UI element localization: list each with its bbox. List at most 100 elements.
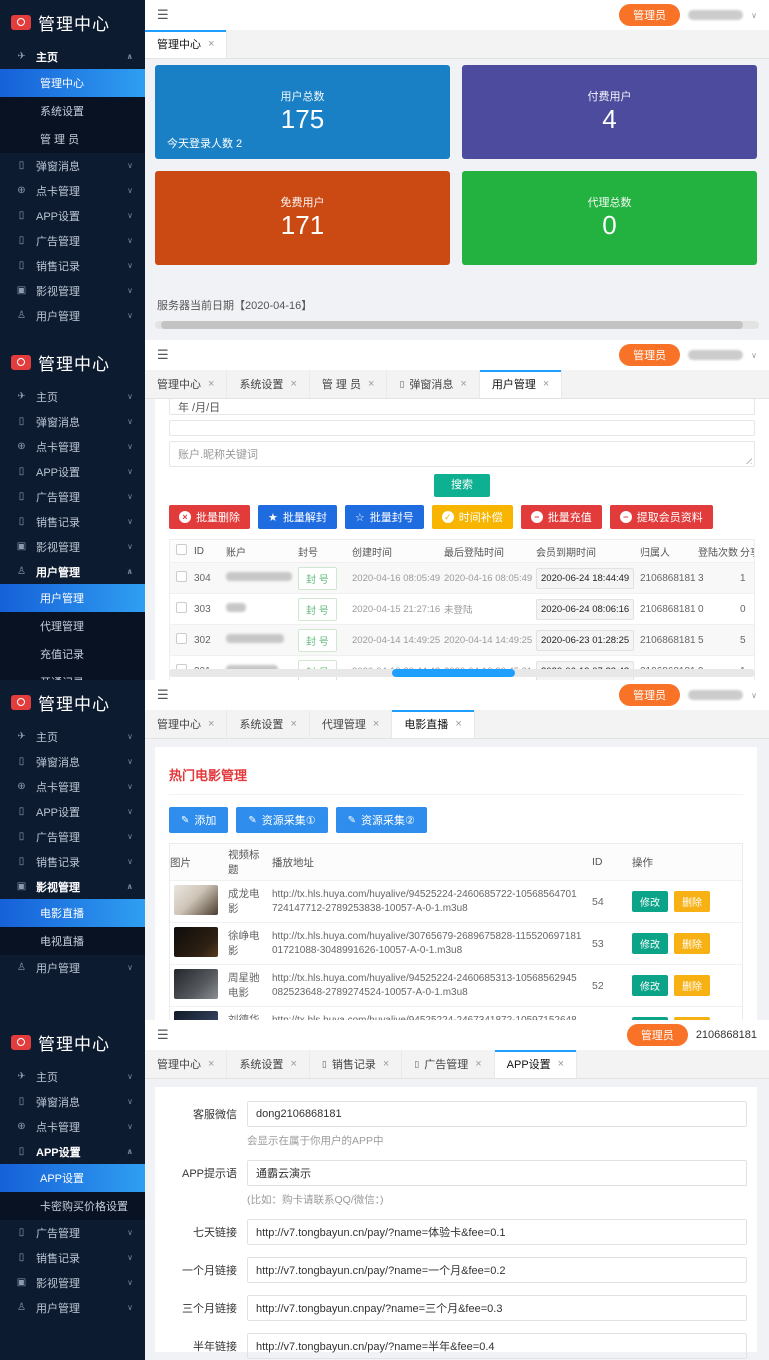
sidebar-item[interactable]: ▯ 广告管理 ∨: [0, 824, 145, 849]
select-all-checkbox[interactable]: [176, 544, 187, 555]
text-input[interactable]: 通霸云演示: [247, 1160, 747, 1186]
close-icon[interactable]: ×: [543, 378, 549, 390]
sidebar-item[interactable]: ✈ 主页 ∨: [0, 1064, 145, 1089]
tab[interactable]: ▯ 弹窗消息 ×: [387, 370, 479, 398]
sidebar-item[interactable]: ▣ 影视管理 ∧: [0, 874, 145, 899]
expire-date-box[interactable]: 2020-06-24 08:06:16: [536, 599, 634, 620]
close-icon[interactable]: ×: [475, 1058, 481, 1070]
bulk-action-button[interactable]: ☆ 批量封号: [345, 505, 424, 529]
text-input[interactable]: dong2106868181: [247, 1101, 747, 1127]
sidebar-item[interactable]: ▣ 影视管理 ∨: [0, 534, 145, 559]
sidebar-item[interactable]: ✈ 主页 ∨: [0, 724, 145, 749]
tab[interactable]: 系统设置 ×: [227, 710, 309, 738]
expire-date-box[interactable]: 2020-06-23 01:28:25: [536, 630, 634, 651]
tab[interactable]: ▯ 销售记录 ×: [310, 1050, 402, 1078]
close-icon[interactable]: ×: [290, 718, 296, 730]
delete-button[interactable]: 删除: [674, 975, 710, 996]
sidebar-item[interactable]: ▯ 弹窗消息 ∨: [0, 153, 145, 178]
date-input[interactable]: 年 /月/日: [169, 399, 755, 415]
edit-button[interactable]: 修改: [632, 891, 668, 912]
ban-button[interactable]: 封 号: [298, 567, 337, 590]
sidebar-item[interactable]: ⊕ 点卡管理 ∨: [0, 1114, 145, 1139]
text-input[interactable]: http://v7.tongbayun.cn/pay/?name=一个月&fee…: [247, 1257, 747, 1283]
tab[interactable]: 电影直播 ×: [392, 710, 474, 738]
sidebar-item[interactable]: ♙ 用户管理 ∨: [0, 955, 145, 980]
sidebar-item[interactable]: ▯ APP设置 ∨: [0, 799, 145, 824]
close-icon[interactable]: ×: [290, 1058, 296, 1070]
sidebar-item[interactable]: 开通记录: [0, 668, 145, 680]
row-checkbox[interactable]: [176, 571, 187, 582]
close-icon[interactable]: ×: [383, 1058, 389, 1070]
text-input[interactable]: http://v7.tongbayun.cn/pay/?name=体验卡&fee…: [247, 1219, 747, 1245]
sidebar-item[interactable]: ⊕ 点卡管理 ∨: [0, 178, 145, 203]
sidebar-item[interactable]: ▯ 销售记录 ∨: [0, 849, 145, 874]
tab[interactable]: 管理中心 ×: [145, 370, 227, 398]
close-icon[interactable]: ×: [460, 378, 466, 390]
scrollbar-thumb[interactable]: [392, 669, 515, 677]
admin-badge[interactable]: 管理员: [619, 684, 680, 706]
sidebar-item[interactable]: 代理管理: [0, 612, 145, 640]
sidebar-item[interactable]: ▯ APP设置 ∨: [0, 459, 145, 484]
sidebar-item[interactable]: ▣ 影视管理 ∨: [0, 278, 145, 303]
edit-button[interactable]: 修改: [632, 933, 668, 954]
text-input[interactable]: http://v7.tongbayun.cn/pay/?name=半年&fee=…: [247, 1333, 747, 1359]
sidebar-item[interactable]: ▯ 广告管理 ∨: [0, 1220, 145, 1245]
search-button[interactable]: 搜索: [434, 474, 490, 497]
close-icon[interactable]: ×: [290, 378, 296, 390]
tab[interactable]: 系统设置 ×: [227, 370, 309, 398]
sidebar-item[interactable]: ▯ 销售记录 ∨: [0, 253, 145, 278]
sidebar-item[interactable]: ⊕ 点卡管理 ∨: [0, 434, 145, 459]
sidebar-item[interactable]: 电视直播: [0, 927, 145, 955]
sidebar-item[interactable]: ▯ 销售记录 ∨: [0, 509, 145, 534]
bulk-action-button[interactable]: − 批量充值: [521, 505, 602, 529]
sidebar-item[interactable]: 卡密购买价格设置: [0, 1192, 145, 1220]
text-input[interactable]: http://v7.tongbayun.cnpay/?name=三个月&fee=…: [247, 1295, 747, 1321]
close-icon[interactable]: ×: [373, 718, 379, 730]
close-icon[interactable]: ×: [208, 1058, 214, 1070]
tab[interactable]: 代理管理 ×: [310, 710, 392, 738]
close-icon[interactable]: ×: [558, 1058, 564, 1070]
ban-button[interactable]: 封 号: [298, 629, 337, 652]
tab[interactable]: 管理中心 ×: [145, 1050, 227, 1078]
sidebar-item[interactable]: ▯ 弹窗消息 ∨: [0, 409, 145, 434]
sidebar-item[interactable]: ▯ 弹窗消息 ∨: [0, 749, 145, 774]
sidebar-item[interactable]: 用户管理: [0, 584, 145, 612]
close-icon[interactable]: ×: [455, 718, 461, 730]
menu-toggle-icon[interactable]: ☰: [157, 1027, 169, 1043]
sidebar-item[interactable]: ▯ 广告管理 ∨: [0, 228, 145, 253]
tab[interactable]: 管理中心 ×: [145, 30, 227, 58]
row-checkbox[interactable]: [176, 602, 187, 613]
tab[interactable]: 系统设置 ×: [227, 1050, 309, 1078]
sidebar-item[interactable]: ✈ 主页 ∨: [0, 384, 145, 409]
tab[interactable]: APP设置 ×: [495, 1050, 577, 1078]
bulk-action-button[interactable]: × 批量删除: [169, 505, 250, 529]
close-icon[interactable]: ×: [208, 38, 214, 50]
tab[interactable]: 管 理 员 ×: [310, 370, 388, 398]
sidebar-item[interactable]: ▣ 影视管理 ∨: [0, 1270, 145, 1295]
caret-down-icon[interactable]: ∨: [751, 351, 757, 360]
scrollbar-thumb[interactable]: [161, 321, 743, 329]
edit-button[interactable]: 修改: [632, 975, 668, 996]
sidebar-item[interactable]: 电影直播: [0, 899, 145, 927]
caret-down-icon[interactable]: ∨: [751, 691, 757, 700]
row-checkbox[interactable]: [176, 633, 187, 644]
menu-toggle-icon[interactable]: ☰: [157, 687, 169, 703]
sidebar-item[interactable]: ✈ 主页 ∧: [0, 44, 145, 69]
action-button[interactable]: ✎ 资源采集①: [236, 807, 327, 833]
sidebar-item[interactable]: ▯ 销售记录 ∨: [0, 1245, 145, 1270]
sidebar-item[interactable]: ⊕ 点卡管理 ∨: [0, 774, 145, 799]
keyword-textarea[interactable]: 账户.昵称关键词: [169, 441, 755, 467]
delete-button[interactable]: 删除: [674, 933, 710, 954]
close-icon[interactable]: ×: [208, 378, 214, 390]
delete-button[interactable]: 删除: [674, 891, 710, 912]
sidebar-item[interactable]: ♙ 用户管理 ∨: [0, 303, 145, 328]
close-icon[interactable]: ×: [368, 378, 374, 390]
menu-toggle-icon[interactable]: ☰: [157, 347, 169, 363]
sidebar-item[interactable]: ♙ 用户管理 ∧: [0, 559, 145, 584]
sidebar-item[interactable]: 管 理 员: [0, 125, 145, 153]
tab[interactable]: ▯ 广告管理 ×: [402, 1050, 494, 1078]
ban-button[interactable]: 封 号: [298, 598, 337, 621]
sidebar-item[interactable]: 管理中心: [0, 69, 145, 97]
admin-badge[interactable]: 管理员: [619, 344, 680, 366]
expire-date-box[interactable]: 2020-06-24 18:44:49: [536, 568, 634, 589]
